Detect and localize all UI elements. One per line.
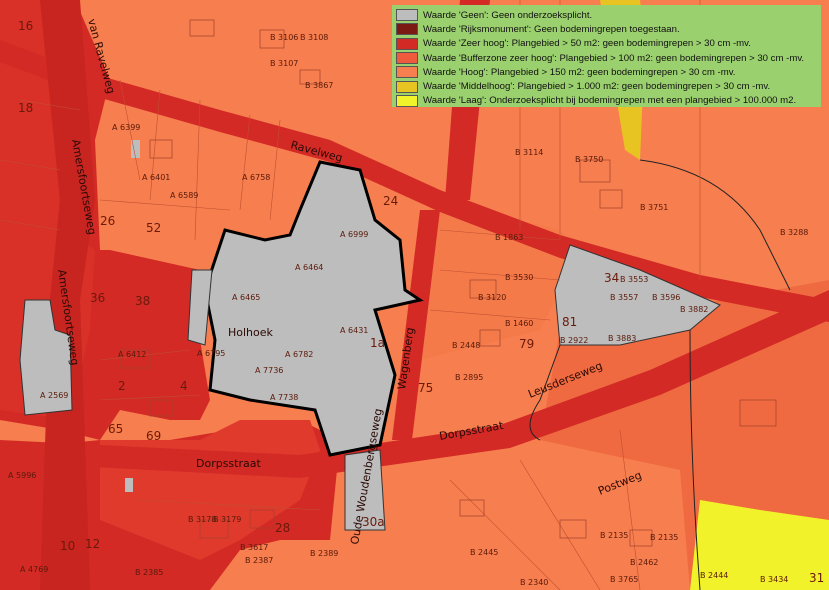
parcel-label: B 3108	[300, 33, 328, 42]
parcel-label: B 3765	[610, 575, 638, 584]
parcel-label: B 3750	[575, 155, 603, 164]
zone-geen-small-2	[125, 478, 133, 492]
house-number: 31	[809, 571, 824, 585]
legend-swatch	[396, 80, 418, 93]
parcel-label: B 3882	[680, 305, 708, 314]
parcel-label: A 7738	[270, 393, 298, 402]
parcel-label: A 6412	[118, 350, 146, 359]
parcel-label: A 6464	[295, 263, 323, 272]
parcel-label: A 6782	[285, 350, 313, 359]
parcel-label: B 2895	[455, 373, 483, 382]
house-number: 34	[604, 271, 619, 285]
house-number: 24	[383, 194, 398, 208]
parcel-label: B 2389	[310, 549, 338, 558]
parcel-label: A 6589	[170, 191, 198, 200]
house-number: 12	[85, 537, 100, 551]
house-number: 36	[90, 291, 105, 305]
legend-label: Waarde 'Middelhoog': Plangebied > 1.000 …	[423, 81, 771, 93]
legend-row-geen: Waarde 'Geen': Geen onderzoeksplicht.	[396, 8, 817, 22]
parcel-label: A 6431	[340, 326, 368, 335]
house-number: 69	[146, 429, 161, 443]
legend-row-laag: Waarde 'Laag': Onderzoeksplicht bij bode…	[396, 94, 817, 108]
parcel-label: B 3883	[608, 334, 636, 343]
parcel-label: B 1863	[495, 233, 523, 242]
parcel-label: B 3106	[270, 33, 298, 42]
street-dorpsstraat: Dorpsstraat	[196, 457, 261, 470]
house-number: 4	[180, 379, 188, 393]
house-number: 81	[562, 315, 577, 329]
legend-swatch	[396, 9, 418, 22]
house-number: 75	[418, 381, 433, 395]
house-number: 26	[100, 214, 115, 228]
parcel-label: B 2462	[630, 558, 658, 567]
parcel-label: B 2445	[470, 548, 498, 557]
parcel-label: B 3557	[610, 293, 638, 302]
parcel-label: B 3596	[652, 293, 680, 302]
house-number: 1a	[370, 336, 385, 350]
legend-row-hoog: Waarde 'Hoog': Plangebied > 150 m2: geen…	[396, 65, 817, 79]
legend-row-zeer-hoog: Waarde 'Zeer hoog': Plangebied > 50 m2: …	[396, 37, 817, 51]
parcel-label: B 3434	[760, 575, 788, 584]
parcel-label: B 2448	[452, 341, 480, 350]
house-number: 65	[108, 422, 123, 436]
legend-row-bufferzone: Waarde 'Bufferzone zeer hoog': Plangebie…	[396, 51, 817, 65]
house-number: 52	[146, 221, 161, 235]
legend-label: Waarde 'Laag': Onderzoeksplicht bij bode…	[423, 95, 797, 107]
parcel-label: B 2135	[600, 531, 628, 540]
parcel-label: A 6399	[112, 123, 140, 132]
parcel-label: B 3114	[515, 148, 543, 157]
house-number: 10	[60, 539, 75, 553]
legend-row-middelhoog: Waarde 'Middelhoog': Plangebied > 1.000 …	[396, 79, 817, 93]
street-holhoek: Holhoek	[228, 326, 274, 339]
legend-row-rijksmonument: Waarde 'Rijksmonument': Geen bodemingrep…	[396, 22, 817, 36]
house-number: 30a	[362, 515, 385, 529]
legend-label: Waarde 'Zeer hoog': Plangebied > 50 m2: …	[423, 38, 751, 50]
parcel-label: A 6795	[197, 349, 225, 358]
parcel-label: B 3107	[270, 59, 298, 68]
parcel-label: B 3867	[305, 81, 333, 90]
parcel-label: A 4769	[20, 565, 48, 574]
legend-swatch	[396, 94, 418, 107]
legend-swatch	[396, 52, 418, 65]
house-number: 16	[18, 19, 33, 33]
parcel-label: B 3288	[780, 228, 808, 237]
parcel-label: A 6465	[232, 293, 260, 302]
parcel-label: A 6999	[340, 230, 368, 239]
legend-label: Waarde 'Geen': Geen onderzoeksplicht.	[423, 9, 593, 21]
legend-label: Waarde 'Hoog': Plangebied > 150 m2: geen…	[423, 66, 736, 78]
legend-label: Waarde 'Rijksmonument': Geen bodemingrep…	[423, 23, 680, 35]
parcel-label: B 2385	[135, 568, 163, 577]
house-number: 79	[519, 337, 534, 351]
parcel-label: A 6401	[142, 173, 170, 182]
house-number: 38	[135, 294, 150, 308]
parcel-label: B 3617	[240, 543, 268, 552]
legend-swatch	[396, 23, 418, 36]
parcel-label: B 2340	[520, 578, 548, 587]
parcel-label: B 3751	[640, 203, 668, 212]
parcel-label: A 6758	[242, 173, 270, 182]
legend-swatch	[396, 37, 418, 50]
parcel-label: B 2387	[245, 556, 273, 565]
parcel-label: B 2444	[700, 571, 728, 580]
parcel-label: B 1460	[505, 319, 533, 328]
parcel-label: B 2922	[560, 336, 588, 345]
parcel-label: B 3120	[478, 293, 506, 302]
parcel-label: B 3553	[620, 275, 648, 284]
house-number: 2	[118, 379, 126, 393]
legend-label: Waarde 'Bufferzone zeer hoog': Plangebie…	[423, 52, 805, 64]
house-number: 18	[18, 101, 33, 115]
parcel-label: B 3530	[505, 273, 533, 282]
parcel-label: A 5996	[8, 471, 36, 480]
parcel-label: B 3179	[213, 515, 241, 524]
house-number: 28	[275, 521, 290, 535]
parcel-label: B 2135	[650, 533, 678, 542]
parcel-label: A 7736	[255, 366, 283, 375]
map-legend: Waarde 'Geen': Geen onderzoeksplicht. Wa…	[392, 5, 821, 107]
legend-swatch	[396, 66, 418, 79]
parcel-label: A 2569	[40, 391, 68, 400]
